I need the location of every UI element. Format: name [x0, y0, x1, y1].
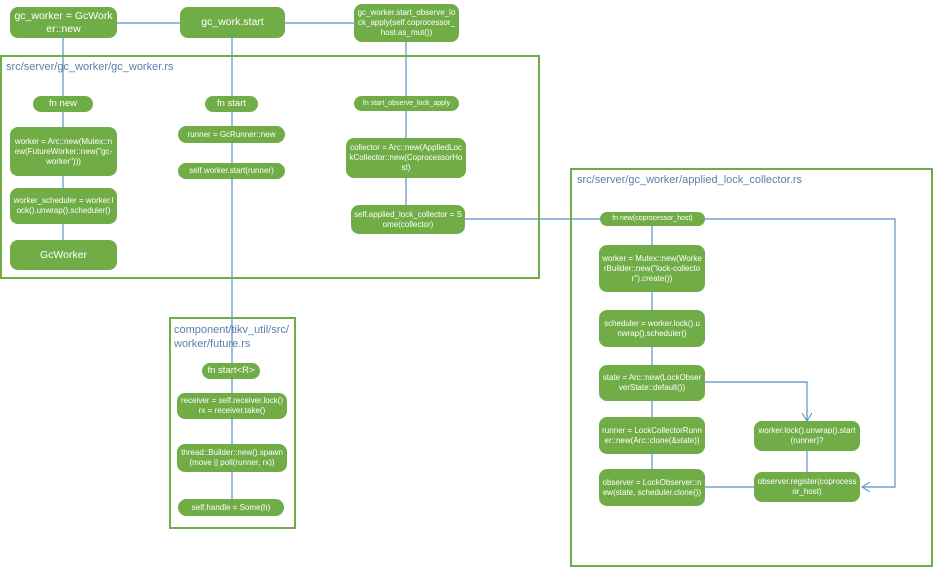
node-start-observe-call[interactable]: gc_worker.start_observe_lock_apply(self.…	[354, 4, 459, 42]
node-runner-gcrunner[interactable]: runner = GcRunner::new	[178, 126, 285, 143]
node-state[interactable]: state = Arc::new(LockObserverState::defa…	[599, 365, 705, 401]
node-self-handle[interactable]: self.handle = Some(h)	[178, 499, 284, 516]
node-worker-start-runner[interactable]: worker.lock().unwrap().start(runner)?	[754, 421, 860, 451]
node-gc-work-start[interactable]: gc_work.start	[180, 7, 285, 38]
node-fn-start-observe[interactable]: fn start_observe_lock_apply	[354, 96, 459, 111]
frame-title-gc-worker-rs: src/server/gc_worker/gc_worker.rs	[6, 61, 174, 73]
frame-title-collector-rs: src/server/gc_worker/applied_lock_collec…	[577, 174, 802, 186]
node-worker-scheduler[interactable]: worker_scheduler = worker.lock().unwrap(…	[10, 188, 117, 224]
node-gc-worker-new[interactable]: gc_worker = GcWorker::new	[10, 7, 117, 38]
node-self-worker-start[interactable]: self.worker.start(runner)	[178, 163, 285, 179]
node-applied-lock-collector[interactable]: self.applied_lock_collector = Some(colle…	[351, 205, 465, 234]
node-scheduler[interactable]: scheduler = worker.lock().unwrap().sched…	[599, 310, 705, 347]
node-worker-arc-new[interactable]: worker = Arc::new(Mutex::new(FutureWorke…	[10, 127, 117, 176]
node-runner[interactable]: runner = LockCollectorRunner::new(Arc::c…	[599, 417, 705, 454]
node-observer[interactable]: observer = LockObserver::new(state, sche…	[599, 469, 705, 506]
node-fn-start-r[interactable]: fn start<R>	[202, 363, 260, 379]
node-receiver-take[interactable]: receiver = self.receiver.lock() rx = rec…	[177, 393, 287, 419]
node-observer-register[interactable]: observer.register(coprocessor_host)	[754, 472, 860, 502]
node-gcworker[interactable]: GcWorker	[10, 240, 117, 270]
node-fn-new-coprocessor-host[interactable]: fn new(coprocessor_host)	[600, 212, 705, 226]
frame-title-future-rs: component/tikv_util/src/worker/future.rs	[174, 324, 289, 350]
node-fn-new[interactable]: fn new	[33, 96, 93, 112]
node-thread-spawn[interactable]: thread::Builder::new().spawn(move || pol…	[177, 444, 287, 472]
node-worker-mutex-new[interactable]: worker = Mutex::new(WorkerBuilder::new("…	[599, 245, 705, 292]
node-fn-start[interactable]: fn start	[205, 96, 258, 112]
node-collector-arc-new[interactable]: collector = Arc::new(AppliedLockCollecto…	[346, 138, 466, 178]
